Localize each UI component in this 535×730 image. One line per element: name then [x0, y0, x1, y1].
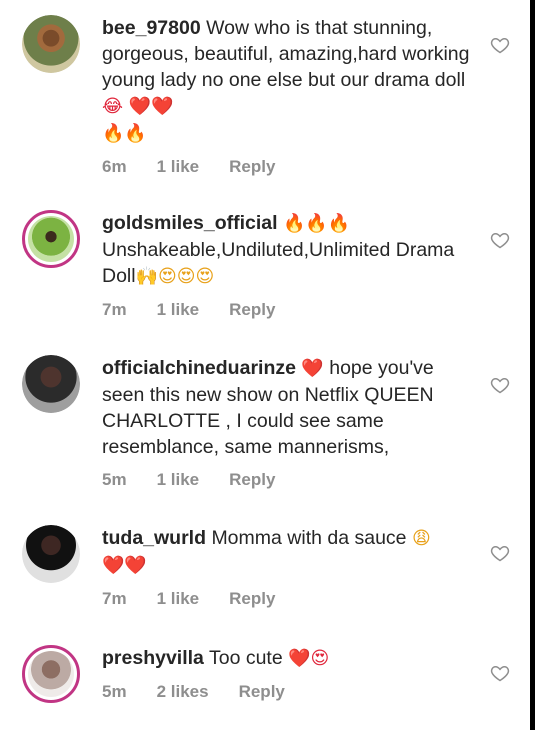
- comment-time: 6m: [102, 157, 127, 176]
- comment-time: 5m: [102, 682, 127, 701]
- comment-meta: 7m 1 like Reply: [102, 300, 472, 320]
- comment-emoji: ❤️: [301, 358, 324, 379]
- avatar[interactable]: [22, 525, 80, 583]
- comment-content: Momma with da sauce: [211, 527, 412, 549]
- heart-outline-icon[interactable]: [490, 230, 510, 250]
- comment-body: bee_97800 Wow who is that stunning, gorg…: [102, 15, 472, 177]
- comment-likes[interactable]: 1 like: [157, 470, 200, 490]
- comment-body: preshyvilla Too cute ❤️😍 5m 2 likes Repl…: [102, 645, 472, 702]
- comments-panel: bee_97800 Wow who is that stunning, gorg…: [0, 0, 530, 730]
- avatar[interactable]: [22, 645, 80, 703]
- comment-content: Too cute: [208, 647, 289, 669]
- comment-text: goldsmiles_official 🔥🔥🔥 Unshakeable,Undi…: [102, 210, 472, 290]
- reply-button[interactable]: Reply: [229, 589, 275, 609]
- heart-outline-icon[interactable]: [490, 375, 510, 395]
- heart-outline-icon[interactable]: [490, 35, 510, 55]
- avatar[interactable]: [22, 210, 80, 268]
- comment-meta: 5m 1 like Reply: [102, 470, 472, 490]
- avatar[interactable]: [22, 15, 80, 73]
- comment-username[interactable]: officialchineduarinze: [102, 357, 296, 379]
- comment-time: 7m: [102, 300, 127, 319]
- comment-likes[interactable]: 1 like: [157, 589, 200, 609]
- comment-emoji: 🔥🔥🔥: [282, 213, 351, 234]
- avatar[interactable]: [22, 355, 80, 413]
- comment-username[interactable]: bee_97800: [102, 17, 201, 39]
- comment-meta: 5m 2 likes Reply: [102, 682, 472, 702]
- reply-button[interactable]: Reply: [229, 157, 275, 177]
- comment-text: preshyvilla Too cute ❤️😍: [102, 645, 472, 672]
- reply-button[interactable]: Reply: [229, 470, 275, 490]
- reply-button[interactable]: Reply: [229, 300, 275, 320]
- comment-username[interactable]: tuda_wurld: [102, 527, 206, 549]
- comment-text: officialchineduarinze ❤️ hope you've see…: [102, 355, 472, 460]
- comment-likes[interactable]: 2 likes: [157, 682, 209, 702]
- comment-likes[interactable]: 1 like: [157, 157, 200, 177]
- comment-username[interactable]: goldsmiles_official: [102, 212, 278, 234]
- comment-emoji: 😂 ❤️❤️: [102, 96, 174, 117]
- comment-username[interactable]: preshyvilla: [102, 647, 204, 669]
- comment-time: 5m: [102, 470, 127, 489]
- comment-text: tuda_wurld Momma with da sauce 😩 ❤️❤️: [102, 525, 472, 579]
- heart-outline-icon[interactable]: [490, 543, 510, 563]
- comment-body: officialchineduarinze ❤️ hope you've see…: [102, 355, 472, 490]
- comment-meta: 6m 1 like Reply: [102, 157, 472, 177]
- comment-emoji: ❤️😍: [288, 648, 330, 669]
- comment-time: 7m: [102, 589, 127, 608]
- comment-body: tuda_wurld Momma with da sauce 😩 ❤️❤️ 7m…: [102, 525, 472, 609]
- comment-text: bee_97800 Wow who is that stunning, gorg…: [102, 15, 472, 147]
- comment-emoji: 🙌😍😍😍: [135, 266, 215, 287]
- comment-emoji-line: ❤️❤️: [102, 555, 147, 576]
- comment-meta: 7m 1 like Reply: [102, 589, 472, 609]
- comment-likes[interactable]: 1 like: [157, 300, 200, 320]
- reply-button[interactable]: Reply: [239, 682, 285, 702]
- comment-emoji-line: 🔥🔥: [102, 123, 147, 144]
- heart-outline-icon[interactable]: [490, 663, 510, 683]
- comment-emoji: 😩: [411, 528, 431, 549]
- comment-body: goldsmiles_official 🔥🔥🔥 Unshakeable,Undi…: [102, 210, 472, 320]
